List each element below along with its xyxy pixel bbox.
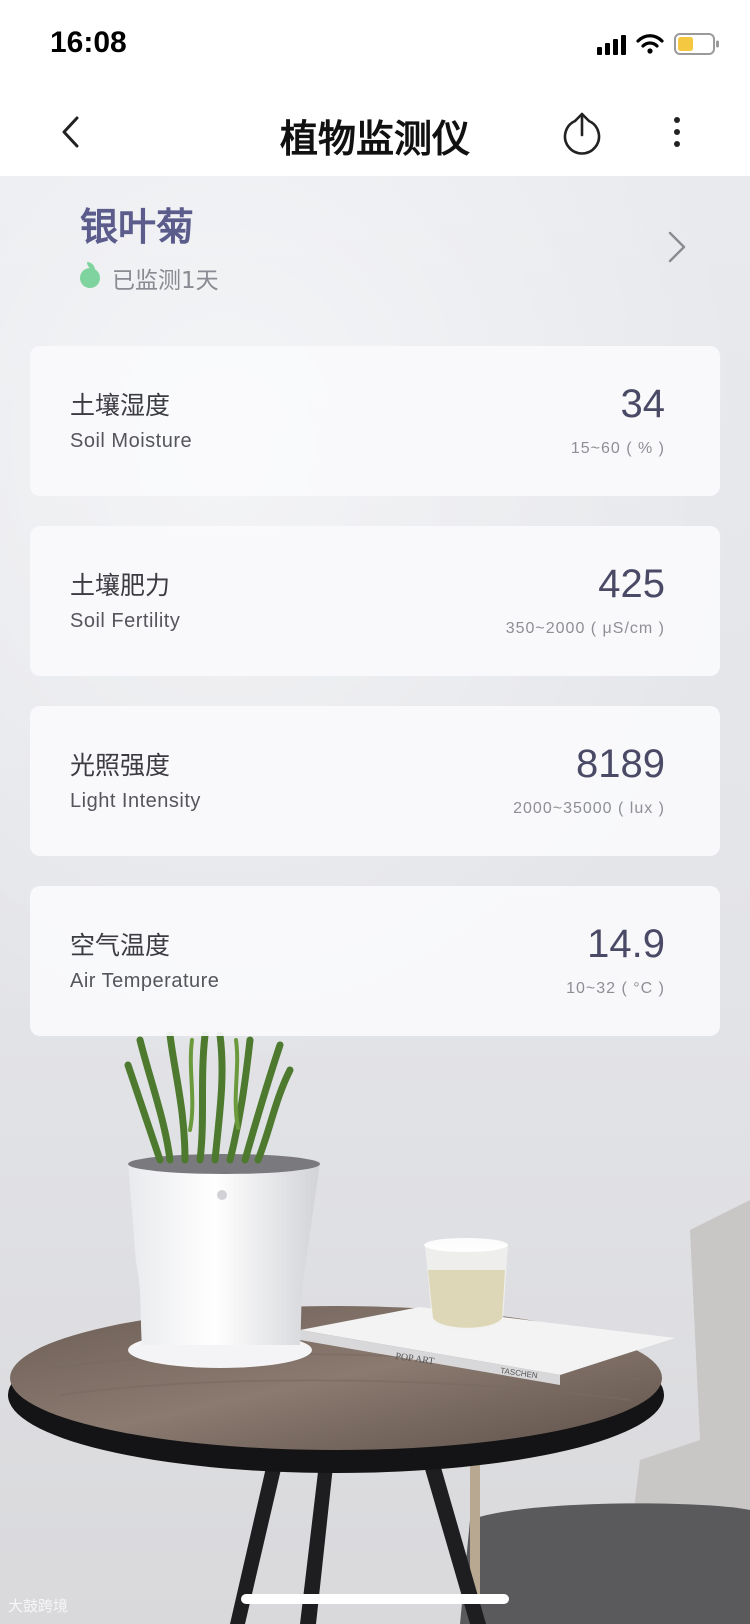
chevron-right-icon [668, 231, 686, 263]
metric-value: 8189 [576, 742, 665, 786]
metric-value: 425 [598, 562, 665, 606]
status-time: 16:08 [50, 26, 127, 59]
nav-bar: 植物监测仪 [0, 88, 750, 176]
cellular-signal-icon [597, 33, 626, 55]
home-indicator[interactable] [241, 1594, 509, 1604]
more-vertical-icon [674, 117, 680, 147]
metric-range: 2000~35000 ( lux ) [513, 800, 665, 817]
metric-label-en: Soil Fertility [70, 610, 181, 632]
metric-label-cn: 土壤肥力 [70, 571, 171, 600]
metric-range: 15~60 ( % ) [570, 440, 665, 457]
status-icons [597, 32, 720, 56]
metric-label-cn: 空气温度 [70, 931, 171, 960]
metric-value: 14.9 [587, 922, 665, 966]
metric-card-soil-moisture[interactable]: 土壤湿度 Soil Moisture 34 15~60 ( % ) [30, 346, 720, 496]
metric-label-en: Soil Moisture [70, 430, 193, 452]
metric-label-en: Air Temperature [70, 970, 220, 992]
metric-card-soil-fertility[interactable]: 土壤肥力 Soil Fertility 425 350~2000 ( μS/cm… [30, 526, 720, 676]
plant-header[interactable]: 银叶菊 已监测1天 [0, 176, 750, 326]
metric-range: 350~2000 ( μS/cm ) [505, 620, 665, 637]
monitor-days-text: 已监测1天 [112, 268, 219, 294]
metric-card-air-temperature[interactable]: 空气温度 Air Temperature 14.9 10~32 ( °C ) [30, 886, 720, 1036]
metric-label-cn: 土壤湿度 [70, 391, 171, 420]
share-button[interactable] [560, 108, 604, 156]
sprout-icon [80, 262, 100, 288]
status-bar: 16:08 [0, 0, 750, 88]
battery-icon [674, 32, 720, 56]
metric-card-light-intensity[interactable]: 光照强度 Light Intensity 8189 2000~35000 ( l… [30, 706, 720, 856]
more-button[interactable] [660, 110, 694, 154]
share-icon [563, 112, 601, 155]
metric-value: 34 [620, 382, 666, 426]
watermark-logo: 大鼓跨境 [8, 1597, 69, 1615]
metric-label-cn: 光照强度 [70, 751, 171, 780]
metric-label-en: Light Intensity [70, 790, 201, 812]
monitor-status: 已监测1天 [80, 261, 219, 295]
metric-range: 10~32 ( °C ) [566, 980, 665, 997]
plant-name: 银叶菊 [80, 205, 195, 249]
page-title: 植物监测仪 [279, 117, 470, 161]
wifi-icon [636, 33, 664, 55]
